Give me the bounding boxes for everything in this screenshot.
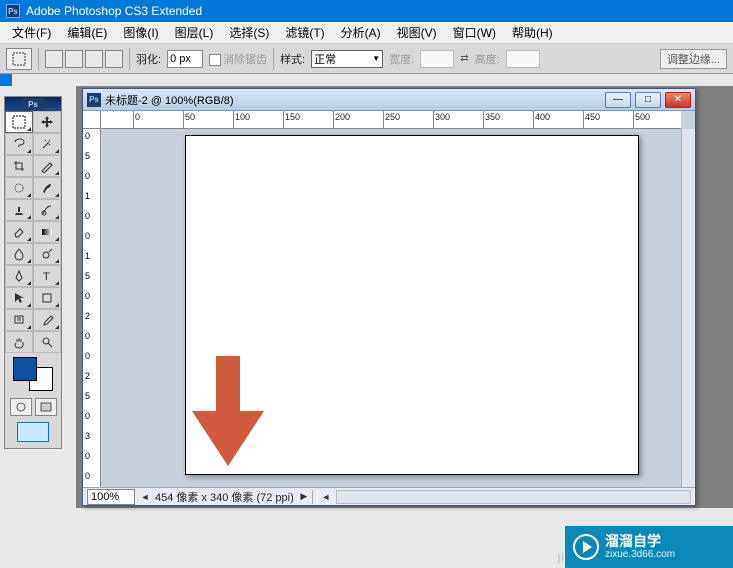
- horizontal-scrollbar[interactable]: [336, 490, 691, 504]
- document-icon: Ps: [87, 93, 101, 107]
- svg-text:T: T: [43, 271, 50, 283]
- document-titlebar[interactable]: Ps 未标题-2 @ 100%(RGB/8) — □ ✕: [83, 89, 695, 111]
- refine-edge-button[interactable]: 调整边缘...: [660, 49, 727, 69]
- window-maximize-button[interactable]: □: [635, 92, 661, 108]
- horizontal-ruler[interactable]: 50050100150200250300350400450500: [101, 111, 681, 129]
- play-icon: [573, 534, 599, 560]
- canvas-viewport[interactable]: [101, 129, 681, 487]
- app-titlebar: Ps Adobe Photoshop CS3 Extended: [0, 0, 733, 22]
- standard-mode-button[interactable]: [10, 398, 32, 416]
- divider: [129, 48, 130, 70]
- magic-wand-tool[interactable]: [33, 133, 61, 155]
- watermark-url: zixue.3d66.com: [605, 549, 675, 561]
- height-label: 高度:: [475, 51, 500, 67]
- brush-tool[interactable]: [33, 177, 61, 199]
- panel-tab[interactable]: [0, 74, 12, 86]
- divider: [38, 48, 39, 70]
- vertical-scrollbar[interactable]: [681, 129, 695, 487]
- style-select[interactable]: 正常 ▼: [311, 50, 383, 68]
- document-window: Ps 未标题-2 @ 100%(RGB/8) — □ ✕ 50050100150…: [82, 88, 696, 506]
- selection-mode-group: [45, 50, 123, 68]
- watermark-side-text: ji: [558, 550, 565, 564]
- document-title: 未标题-2 @ 100%(RGB/8): [105, 92, 234, 108]
- watermark-badge: 溜溜自学 zixue.3d66.com: [565, 526, 733, 568]
- eraser-tool[interactable]: [5, 221, 33, 243]
- slice-tool[interactable]: [33, 155, 61, 177]
- menu-select[interactable]: 选择(S): [221, 22, 277, 43]
- rect-marquee-tool[interactable]: [5, 111, 33, 133]
- feather-label: 羽化:: [136, 51, 161, 67]
- color-swatches[interactable]: [5, 353, 61, 395]
- feather-input[interactable]: [167, 50, 203, 68]
- move-tool[interactable]: [33, 111, 61, 133]
- status-prev-icon[interactable]: ◄: [139, 492, 151, 502]
- notes-tool[interactable]: [5, 309, 33, 331]
- hscroll-left-icon[interactable]: ◄: [320, 492, 332, 502]
- dodge-tool[interactable]: [33, 243, 61, 265]
- selection-subtract-button[interactable]: [85, 50, 103, 68]
- status-next-icon[interactable]: ▶: [298, 491, 310, 502]
- lasso-tool[interactable]: [5, 133, 33, 155]
- pen-tool[interactable]: [5, 265, 33, 287]
- ruler-origin[interactable]: [83, 111, 101, 129]
- chevron-down-icon: ▼: [372, 54, 380, 63]
- menu-layer[interactable]: 图层(L): [167, 22, 222, 43]
- style-label: 样式:: [280, 51, 305, 67]
- divider: [273, 48, 274, 70]
- swap-wh-icon[interactable]: ⇄: [460, 53, 468, 64]
- menu-filter[interactable]: 滤镜(T): [277, 22, 332, 43]
- menu-bar: 文件(F) 编辑(E) 图像(I) 图层(L) 选择(S) 滤镜(T) 分析(A…: [0, 22, 733, 44]
- selection-new-button[interactable]: [45, 50, 63, 68]
- width-input: [420, 50, 454, 68]
- options-bar: 羽化: 消除锯齿 样式: 正常 ▼ 宽度: ⇄ 高度: 调整边缘...: [0, 44, 733, 74]
- gradient-tool[interactable]: [33, 221, 61, 243]
- eyedropper-tool[interactable]: [33, 309, 61, 331]
- clone-stamp-tool[interactable]: [5, 199, 33, 221]
- vertical-ruler[interactable]: 050100150200250300: [83, 129, 101, 487]
- menu-edit[interactable]: 编辑(E): [59, 22, 115, 43]
- healing-brush-tool[interactable]: [5, 177, 33, 199]
- zoom-tool[interactable]: [33, 331, 61, 353]
- path-select-tool[interactable]: [5, 287, 33, 309]
- style-value: 正常: [314, 51, 336, 67]
- canvas[interactable]: [185, 135, 639, 475]
- app-icon: Ps: [6, 4, 20, 18]
- menu-analysis[interactable]: 分析(A): [333, 22, 389, 43]
- document-info[interactable]: 454 像素 x 340 像素 (72 ppi): [151, 489, 298, 505]
- shape-tool[interactable]: [33, 287, 61, 309]
- history-brush-tool[interactable]: [33, 199, 61, 221]
- type-tool[interactable]: T: [33, 265, 61, 287]
- toolbox-header[interactable]: Ps: [5, 97, 61, 111]
- height-input: [506, 50, 540, 68]
- selection-add-button[interactable]: [65, 50, 83, 68]
- app-title: Adobe Photoshop CS3 Extended: [26, 4, 202, 18]
- document-statusbar: 100% ◄ 454 像素 x 340 像素 (72 ppi) ▶ ◄: [83, 487, 695, 505]
- menu-file[interactable]: 文件(F): [4, 22, 59, 43]
- menu-window[interactable]: 窗口(W): [445, 22, 504, 43]
- menu-help[interactable]: 帮助(H): [504, 22, 561, 43]
- window-minimize-button[interactable]: —: [605, 92, 631, 108]
- foreground-color-swatch[interactable]: [13, 357, 37, 381]
- width-label: 宽度:: [389, 51, 414, 67]
- workspace-area: Ps 未标题-2 @ 100%(RGB/8) — □ ✕ 50050100150…: [76, 86, 733, 508]
- quickmask-mode-button[interactable]: [35, 398, 57, 416]
- antialias-checkbox[interactable]: 消除锯齿: [209, 51, 267, 67]
- zoom-input[interactable]: 100%: [87, 489, 135, 505]
- watermark-title: 溜溜自学: [605, 533, 675, 550]
- toolbox-panel: Ps T: [4, 96, 62, 449]
- screen-mode-button[interactable]: [17, 422, 49, 442]
- window-close-button[interactable]: ✕: [665, 92, 691, 108]
- tool-preset-picker[interactable]: [6, 48, 32, 70]
- selection-intersect-button[interactable]: [105, 50, 123, 68]
- crop-tool[interactable]: [5, 155, 33, 177]
- hand-tool[interactable]: [5, 331, 33, 353]
- menu-image[interactable]: 图像(I): [115, 22, 166, 43]
- blur-tool[interactable]: [5, 243, 33, 265]
- menu-view[interactable]: 视图(V): [389, 22, 445, 43]
